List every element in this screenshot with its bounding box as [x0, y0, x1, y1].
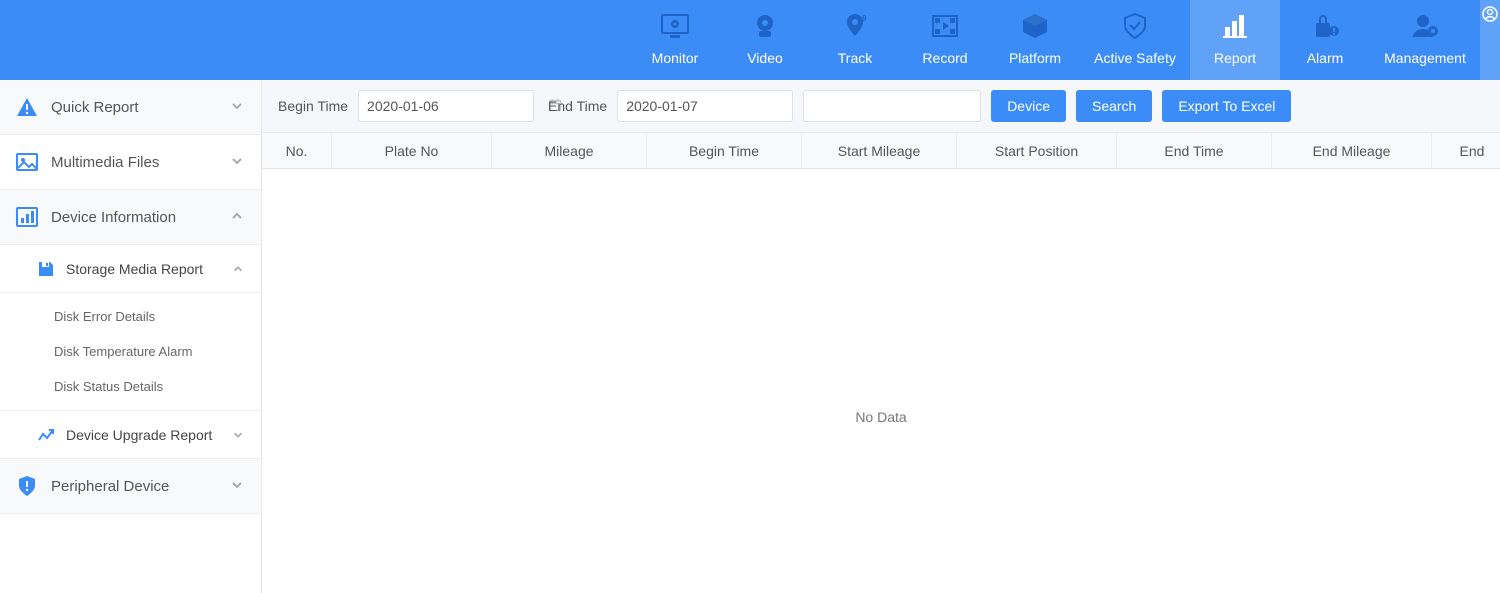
sidebar-device-information[interactable]: Device Information	[0, 190, 261, 245]
chevron-up-icon	[230, 209, 246, 225]
begin-time-label: Begin Time	[278, 98, 348, 114]
sidebar-disk-status-details[interactable]: Disk Status Details	[0, 369, 261, 404]
chevron-down-icon	[232, 428, 246, 442]
th-plate-no: Plate No	[332, 133, 492, 168]
th-no: No.	[262, 133, 332, 168]
user-gear-icon	[1409, 10, 1441, 42]
nav-active-safety[interactable]: Active Safety	[1080, 0, 1190, 80]
chevron-up-icon	[232, 262, 246, 276]
chart-square-icon	[15, 205, 39, 229]
sidebar-disk-temperature-alarm[interactable]: Disk Temperature Alarm	[0, 334, 261, 369]
end-time-field[interactable]	[626, 98, 807, 114]
user-circle-icon	[1482, 6, 1498, 22]
main-content: Begin Time End Time Device Search Export…	[262, 80, 1500, 593]
nav-platform-label: Platform	[1009, 50, 1061, 66]
nav-platform[interactable]: Platform	[990, 0, 1080, 80]
th-end-mileage: End Mileage	[1272, 133, 1432, 168]
end-time-label: End Time	[548, 98, 607, 114]
sidebar-quick-report-label: Quick Report	[51, 99, 230, 116]
device-button[interactable]: Device	[991, 90, 1066, 122]
sidebar-storage-media-report-label: Storage Media Report	[66, 261, 232, 277]
chevron-down-icon	[230, 99, 246, 115]
sidebar-quick-report[interactable]: Quick Report	[0, 80, 261, 135]
no-data-text: No Data	[855, 409, 906, 425]
nav-track[interactable]: 9 Track	[810, 0, 900, 80]
th-start-mileage: Start Mileage	[802, 133, 957, 168]
nav-video[interactable]: Video	[720, 0, 810, 80]
table-body: No Data	[262, 169, 1500, 593]
nav-management[interactable]: Management	[1370, 0, 1480, 80]
th-end: End	[1432, 133, 1500, 168]
svg-text:9: 9	[862, 14, 867, 23]
toolbar: Begin Time End Time Device Search Export…	[262, 80, 1500, 133]
nav-management-label: Management	[1384, 50, 1466, 66]
record-film-icon	[929, 10, 961, 42]
sidebar-device-upgrade-report[interactable]: Device Upgrade Report	[0, 411, 261, 459]
th-begin-time: Begin Time	[647, 133, 802, 168]
video-camera-icon	[749, 10, 781, 42]
storage-media-children: Disk Error Details Disk Temperature Alar…	[0, 293, 261, 411]
sidebar-peripheral-device-label: Peripheral Device	[51, 478, 230, 495]
nav-record-label: Record	[922, 50, 967, 66]
sidebar-device-upgrade-report-label: Device Upgrade Report	[66, 427, 232, 443]
nav-report-label: Report	[1214, 50, 1256, 66]
th-start-position: Start Position	[957, 133, 1117, 168]
track-pin-icon: 9	[839, 10, 871, 42]
upgrade-icon	[36, 425, 56, 445]
nav-alarm-label: Alarm	[1307, 50, 1344, 66]
chevron-down-icon	[230, 478, 246, 494]
alarm-icon	[1309, 10, 1341, 42]
end-time-input[interactable]	[617, 90, 793, 122]
nav-monitor-label: Monitor	[652, 50, 699, 66]
sidebar: Quick Report Multimedia Files Device Inf…	[0, 80, 262, 593]
sidebar-multimedia-files[interactable]: Multimedia Files	[0, 135, 261, 190]
sidebar-multimedia-files-label: Multimedia Files	[51, 154, 230, 171]
topnav: Monitor Video 9 Track Record Platform Ac…	[0, 0, 1500, 80]
nav-active-safety-label: Active Safety	[1094, 50, 1176, 66]
nav-track-label: Track	[838, 50, 872, 66]
begin-time-field[interactable]	[367, 98, 548, 114]
sidebar-device-information-label: Device Information	[51, 209, 230, 226]
save-disk-icon	[36, 259, 56, 279]
search-text-field[interactable]	[812, 91, 972, 121]
sidebar-peripheral-device[interactable]: Peripheral Device	[0, 459, 261, 514]
shield-check-icon	[1119, 10, 1151, 42]
image-icon	[15, 150, 39, 174]
export-excel-button[interactable]: Export To Excel	[1162, 90, 1291, 122]
nav-alarm[interactable]: Alarm	[1280, 0, 1370, 80]
warning-triangle-icon	[15, 95, 39, 119]
th-end-time: End Time	[1117, 133, 1272, 168]
nav-record[interactable]: Record	[900, 0, 990, 80]
topnav-user-corner[interactable]	[1480, 0, 1500, 80]
platform-box-icon	[1019, 10, 1051, 42]
nav-video-label: Video	[747, 50, 783, 66]
search-text-input[interactable]	[803, 90, 981, 122]
th-mileage: Mileage	[492, 133, 647, 168]
search-button[interactable]: Search	[1076, 90, 1152, 122]
sidebar-storage-media-report[interactable]: Storage Media Report	[0, 245, 261, 293]
monitor-icon	[659, 10, 691, 42]
nav-report[interactable]: Report	[1190, 0, 1280, 80]
begin-time-input[interactable]	[358, 90, 534, 122]
sidebar-disk-error-details[interactable]: Disk Error Details	[0, 299, 261, 334]
shield-icon	[15, 474, 39, 498]
nav-monitor[interactable]: Monitor	[630, 0, 720, 80]
chevron-down-icon	[230, 154, 246, 170]
table-header: No. Plate No Mileage Begin Time Start Mi…	[262, 133, 1500, 169]
bar-chart-icon	[1219, 10, 1251, 42]
